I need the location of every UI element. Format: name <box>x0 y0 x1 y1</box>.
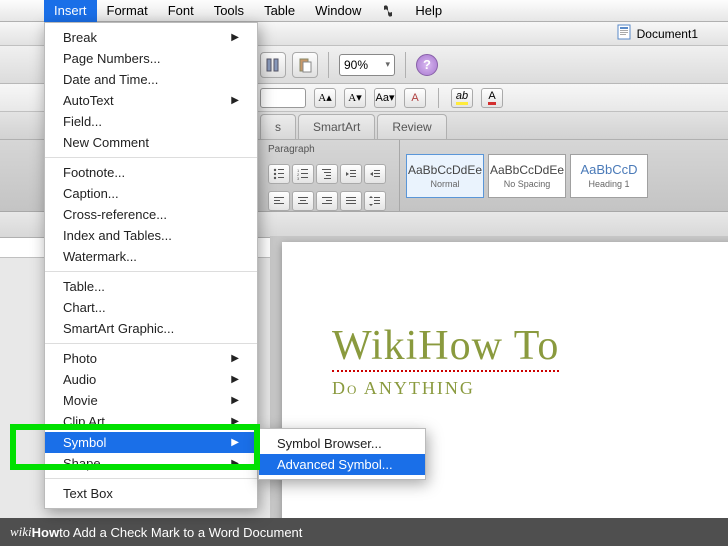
decrease-indent-button[interactable] <box>340 164 362 184</box>
menu-help[interactable]: Help <box>405 0 452 22</box>
caption-text: to Add a Check Mark to a Word Document <box>59 525 302 540</box>
increase-indent-button[interactable] <box>364 164 386 184</box>
justify-button[interactable] <box>340 191 362 211</box>
style-heading-1[interactable]: AaBbCcD Heading 1 <box>570 154 648 198</box>
submenu-arrow-icon: ▶ <box>231 32 239 43</box>
submenu-arrow-icon: ▶ <box>231 95 239 106</box>
grow-font-button[interactable]: A▴ <box>314 88 336 108</box>
paste-button[interactable] <box>292 52 318 78</box>
menu-item-new-comment[interactable]: New Comment <box>45 132 257 153</box>
menu-tools[interactable]: Tools <box>204 0 254 22</box>
menu-item-clip-art[interactable]: Clip Art▶ <box>45 411 257 432</box>
menu-item-audio[interactable]: Audio▶ <box>45 369 257 390</box>
menu-item-index-and-tables[interactable]: Index and Tables... <box>45 225 257 246</box>
caption-how: How <box>32 525 59 540</box>
shrink-font-button[interactable]: A▾ <box>344 88 366 108</box>
menu-separator <box>45 478 257 479</box>
menu-item-field[interactable]: Field... <box>45 111 257 132</box>
menu-item-break[interactable]: Break▶ <box>45 27 257 48</box>
clear-format-button[interactable]: A <box>404 88 426 108</box>
menu-item-symbol[interactable]: Symbol▶ <box>45 432 257 453</box>
caption-wiki: wiki <box>10 524 32 540</box>
doc-title-text: WikiHow To <box>332 322 559 372</box>
submenu-arrow-icon: ▶ <box>231 353 239 364</box>
insert-menu-dropdown: Break▶Page Numbers...Date and Time...Aut… <box>44 22 258 509</box>
submenu-arrow-icon: ▶ <box>231 437 239 448</box>
menu-table[interactable]: Table <box>254 0 305 22</box>
menu-format[interactable]: Format <box>97 0 158 22</box>
menu-item-watermark[interactable]: Watermark... <box>45 246 257 267</box>
menu-item-autotext[interactable]: AutoText▶ <box>45 90 257 111</box>
submenu-item-advanced-symbol[interactable]: Advanced Symbol... <box>259 454 425 475</box>
menu-item-movie[interactable]: Movie▶ <box>45 390 257 411</box>
menu-item-footnote[interactable]: Footnote... <box>45 162 257 183</box>
mac-menubar: Insert Format Font Tools Table Window He… <box>0 0 728 22</box>
document-title: Document1 <box>637 27 698 41</box>
menu-separator <box>45 343 257 344</box>
tutorial-caption: wikiHow to Add a Check Mark to a Word Do… <box>0 518 728 546</box>
paragraph-group-label: Paragraph <box>268 144 391 155</box>
submenu-item-symbol-browser[interactable]: Symbol Browser... <box>259 433 425 454</box>
menu-insert[interactable]: Insert <box>44 0 97 22</box>
numbering-button[interactable]: 123 <box>292 164 314 184</box>
menu-font[interactable]: Font <box>158 0 204 22</box>
line-spacing-button[interactable] <box>364 191 386 211</box>
submenu-arrow-icon: ▶ <box>231 416 239 427</box>
svg-text:3: 3 <box>297 176 300 180</box>
submenu-arrow-icon: ▶ <box>231 374 239 385</box>
align-right-button[interactable] <box>316 191 338 211</box>
menu-window[interactable]: Window <box>305 0 371 22</box>
styles-gallery: AaBbCcDdEe Normal AaBbCcDdEe No Spacing … <box>400 140 654 211</box>
style-no-spacing[interactable]: AaBbCcDdEe No Spacing <box>488 154 566 198</box>
font-size-input[interactable] <box>260 88 306 108</box>
symbol-submenu: Symbol Browser...Advanced Symbol... <box>258 428 426 480</box>
menu-script-icon[interactable] <box>371 0 405 22</box>
menu-item-photo[interactable]: Photo▶ <box>45 348 257 369</box>
ribbon-tab-partial[interactable]: s <box>260 114 296 139</box>
menu-item-page-numbers[interactable]: Page Numbers... <box>45 48 257 69</box>
change-case-button[interactable]: Aa▾ <box>374 88 396 108</box>
doc-icon <box>617 24 631 43</box>
menu-item-shape[interactable]: Shape▶ <box>45 453 257 474</box>
bullets-button[interactable] <box>268 164 290 184</box>
style-normal[interactable]: AaBbCcDdEe Normal <box>406 154 484 198</box>
zoom-value: 90% <box>344 58 368 72</box>
menu-separator <box>45 271 257 272</box>
help-button[interactable]: ? <box>416 54 438 76</box>
menu-item-chart[interactable]: Chart... <box>45 297 257 318</box>
align-left-button[interactable] <box>268 191 290 211</box>
chevron-down-icon: ▾ <box>385 59 390 70</box>
menu-separator <box>45 157 257 158</box>
multilevel-button[interactable] <box>316 164 338 184</box>
zoom-select[interactable]: 90% ▾ <box>339 54 395 76</box>
menu-item-smartart-graphic[interactable]: SmartArt Graphic... <box>45 318 257 339</box>
menu-item-table[interactable]: Table... <box>45 276 257 297</box>
ribbon-tab-review[interactable]: Review <box>377 114 446 139</box>
menu-item-caption[interactable]: Caption... <box>45 183 257 204</box>
align-center-button[interactable] <box>292 191 314 211</box>
ribbon-tab-smartart[interactable]: SmartArt <box>298 114 375 139</box>
columns-button[interactable] <box>260 52 286 78</box>
highlight-button[interactable]: ab <box>451 88 473 108</box>
menu-item-text-box[interactable]: Text Box <box>45 483 257 504</box>
font-color-button[interactable]: A <box>481 88 503 108</box>
menu-item-cross-reference[interactable]: Cross-reference... <box>45 204 257 225</box>
submenu-arrow-icon: ▶ <box>231 458 239 469</box>
submenu-arrow-icon: ▶ <box>231 395 239 406</box>
menu-item-date-and-time[interactable]: Date and Time... <box>45 69 257 90</box>
doc-subtitle-text: Do ANYTHING <box>332 378 728 399</box>
